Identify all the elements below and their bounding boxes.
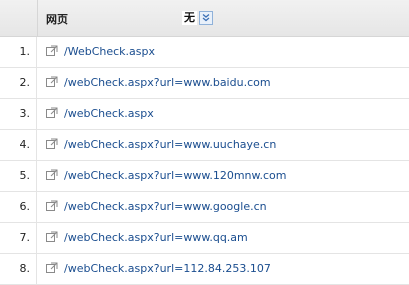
table-row: 2. /webCheck.aspx?url=www.baidu.com — [0, 68, 409, 99]
page-url-link[interactable]: /webCheck.aspx?url=www.120mnw.com — [64, 161, 287, 191]
page-url-link[interactable]: /webCheck.aspx?url=www.google.cn — [64, 192, 267, 222]
row-index: 2. — [0, 68, 37, 98]
page-column-title: 网页 — [46, 13, 68, 26]
external-link-icon[interactable] — [46, 169, 58, 181]
table-row: 7. /webCheck.aspx?url=www.qq.am — [0, 223, 409, 254]
page-table: 网页 无 1. /WebCheck.aspx 2. /webCheck.aspx… — [0, 0, 409, 285]
row-index: 8. — [0, 254, 37, 284]
secondary-dimension-value: 无 — [182, 11, 197, 25]
page-url-link[interactable]: /webCheck.aspx — [64, 99, 154, 129]
table-header: 网页 无 — [0, 0, 409, 37]
external-link-icon[interactable] — [46, 262, 58, 274]
external-link-icon[interactable] — [46, 138, 58, 150]
external-link-icon[interactable] — [46, 107, 58, 119]
secondary-dimension-picker[interactable]: 无 — [182, 11, 213, 25]
table-row: 6. /webCheck.aspx?url=www.google.cn — [0, 192, 409, 223]
table-body: 1. /WebCheck.aspx 2. /webCheck.aspx?url=… — [0, 37, 409, 285]
table-row: 1. /WebCheck.aspx — [0, 37, 409, 68]
row-index: 5. — [0, 161, 37, 191]
row-index: 3. — [0, 99, 37, 129]
page-url-link[interactable]: /webCheck.aspx?url=112.84.253.107 — [64, 254, 271, 284]
table-row: 5. /webCheck.aspx?url=www.120mnw.com — [0, 161, 409, 192]
table-row: 4. /webCheck.aspx?url=www.uuchaye.cn — [0, 130, 409, 161]
page-url-link[interactable]: /webCheck.aspx?url=www.baidu.com — [64, 68, 271, 98]
table-row: 8. /webCheck.aspx?url=112.84.253.107 — [0, 254, 409, 285]
row-index: 4. — [0, 130, 37, 160]
page-url-link[interactable]: /WebCheck.aspx — [64, 37, 155, 67]
table-row: 3. /webCheck.aspx — [0, 99, 409, 130]
row-index: 1. — [0, 37, 37, 67]
external-link-icon[interactable] — [46, 45, 58, 57]
external-link-icon[interactable] — [46, 231, 58, 243]
page-url-link[interactable]: /webCheck.aspx?url=www.qq.am — [64, 223, 248, 253]
row-index: 7. — [0, 223, 37, 253]
double-chevron-down-icon[interactable] — [199, 11, 213, 25]
row-index: 6. — [0, 192, 37, 222]
index-column-header — [0, 0, 38, 36]
external-link-icon[interactable] — [46, 76, 58, 88]
external-link-icon[interactable] — [46, 200, 58, 212]
page-url-link[interactable]: /webCheck.aspx?url=www.uuchaye.cn — [64, 130, 276, 160]
